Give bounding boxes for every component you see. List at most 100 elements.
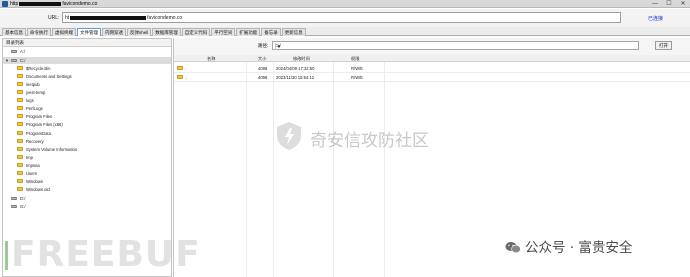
folder-icon — [17, 66, 23, 70]
tree-folder-item[interactable]: inetpub — [3, 81, 171, 88]
column-header-name[interactable]: 名称 — [207, 55, 215, 62]
column-divider — [333, 62, 334, 277]
file-row[interactable]: . 4096 2024/04/09 17:32:50 R/W/E — [174, 64, 690, 73]
minimize-button[interactable]: — — [648, 0, 662, 8]
folder-icon — [17, 74, 23, 78]
tab-item[interactable]: 反弹shell — [127, 28, 152, 36]
tree-item-label: D:/ — [20, 196, 26, 201]
drive-icon — [11, 59, 17, 62]
tree-item-label: C:/ — [20, 58, 26, 63]
expand-toggle-icon[interactable]: ▼ — [5, 58, 9, 63]
url-input[interactable]: ht favicondemo.co — [62, 12, 621, 23]
path-input[interactable]: C:/ ▼ — [272, 41, 639, 50]
tab-item[interactable]: 扩展功能 — [236, 28, 261, 36]
tree-folder-item[interactable]: logs — [3, 97, 171, 104]
drive-icon — [11, 50, 17, 53]
folder-icon — [17, 163, 23, 167]
tree-folder-item[interactable]: tmpsea — [3, 162, 171, 169]
function-tabs: 基本信息 命令执行 虚拟终端 文件管理 内网穿透 反弹shell 数据库管理 自定义代码 平行空… — [0, 27, 690, 36]
column-divider — [273, 62, 274, 277]
tree-drive-item[interactable]: A:/ — [3, 48, 171, 55]
column-header-modified[interactable]: 修改时间 — [293, 55, 310, 62]
freebuf-watermark: FREEBUF — [5, 234, 201, 275]
file-modified-cell: 2024/04/09 17:32:50 — [276, 66, 315, 71]
folder-icon — [17, 179, 23, 183]
tree-folder-item[interactable]: Recovery — [3, 138, 171, 145]
tree-folder-item[interactable]: Documents and Settings — [3, 73, 171, 80]
folder-icon — [177, 75, 183, 79]
folder-icon — [17, 147, 23, 151]
tree-folder-item[interactable]: tmp — [3, 154, 171, 161]
tree-item-label: PerfLogs — [26, 106, 43, 111]
folder-icon — [17, 82, 23, 86]
window-controls: — ☐ ✕ — [648, 0, 690, 8]
tree-item-label: Program Files (x86) — [26, 122, 63, 127]
folder-icon — [17, 122, 23, 126]
tree-item-label: Program Files — [26, 114, 53, 119]
folder-icon — [17, 106, 23, 110]
tab-item[interactable]: 命令执行 — [27, 28, 51, 36]
folder-icon — [17, 171, 23, 175]
tree-folder-item[interactable]: PerfLogs — [3, 105, 171, 112]
folder-icon — [17, 139, 23, 143]
tab-item[interactable]: 平行空间 — [211, 28, 236, 36]
file-perm-cell: R/W/E — [351, 75, 364, 80]
close-button[interactable]: ✕ — [676, 0, 690, 8]
file-perm-cell: R/W/E — [351, 66, 364, 71]
tree-drive-item[interactable]: ▼ C:/ — [3, 57, 171, 64]
folder-icon — [17, 98, 23, 102]
open-button[interactable]: 打开 — [655, 41, 672, 50]
path-bar: 路径: C:/ ▼ 打开 — [174, 38, 690, 55]
tree-folder-item[interactable]: System Volume Information — [3, 146, 171, 153]
tree-item-label: A:/ — [20, 49, 26, 54]
tab-item[interactable]: 数据库管理 — [152, 28, 181, 36]
wechat-account-text: 公众号 · 富贵安全 — [525, 240, 633, 256]
drive-icon — [11, 197, 17, 200]
column-header-size[interactable]: 大小 — [258, 55, 266, 62]
tree-item-label: Recovery — [26, 139, 44, 144]
tree-folder-item[interactable]: $Recycle.Bin — [3, 65, 171, 72]
window-titlebar: http favicondemo.co — ☐ ✕ — [0, 0, 690, 8]
folder-icon — [17, 187, 23, 191]
maximize-button[interactable]: ☐ — [662, 0, 676, 8]
file-row[interactable]: .. 4096 2023/11/30 15:54:12 R/W/E — [174, 73, 690, 82]
folder-icon — [17, 90, 23, 94]
tree-item-label: jvest-temp — [26, 90, 46, 95]
chevron-down-icon[interactable]: ▼ — [275, 43, 282, 50]
tab-item[interactable]: 文件管理 — [77, 28, 101, 36]
window-title: http favicondemo.co — [10, 1, 98, 7]
watermark-text: 奇安信攻防社区 — [310, 131, 429, 151]
file-name-cell: .. — [185, 75, 188, 80]
tab-item[interactable]: 更新信息 — [281, 28, 306, 36]
folder-icon — [17, 131, 23, 135]
tree-folder-item[interactable]: Users — [3, 170, 171, 177]
tree-folder-item[interactable]: Program Files (x86) — [3, 121, 171, 128]
app-icon — [2, 1, 8, 7]
wechat-watermark: 公众号 · 富贵安全 — [505, 236, 632, 256]
connection-status: 已连接 — [648, 16, 664, 22]
column-divider — [246, 62, 247, 277]
shield-logo-icon — [277, 122, 301, 150]
tab-item[interactable]: 虚拟终端 — [52, 28, 76, 36]
column-divider — [384, 62, 385, 277]
tree-folder-item[interactable]: Program Files — [3, 113, 171, 120]
tree-folder-item[interactable]: jvest-temp — [3, 89, 171, 96]
tab-item[interactable]: 内网穿透 — [102, 28, 126, 36]
folder-icon — [17, 155, 23, 159]
folder-icon — [177, 66, 183, 70]
tree-drive-item[interactable]: D:/ — [3, 195, 171, 202]
tree-drive-item[interactable]: G:/ — [3, 203, 171, 210]
tree-folder-item[interactable]: Windows.old — [3, 186, 171, 193]
drive-icon — [11, 205, 17, 208]
freebuf-logo-mark — [5, 241, 8, 270]
tree-folder-item[interactable]: ProgramData — [3, 130, 171, 137]
tab-item[interactable]: 基本信息 — [2, 28, 26, 36]
tab-item[interactable]: 备忘录 — [261, 28, 281, 36]
freebuf-text: FREEBUF — [11, 234, 201, 275]
tree-folder-item[interactable]: Windows — [3, 178, 171, 185]
column-header-permission[interactable]: 权限 — [351, 55, 359, 62]
file-size-cell: 4096 — [258, 66, 268, 71]
tree-item-label: tmpsea — [26, 163, 40, 168]
tab-item[interactable]: 自定义代码 — [181, 28, 211, 36]
url-text: ht favicondemo.co — [65, 15, 183, 21]
